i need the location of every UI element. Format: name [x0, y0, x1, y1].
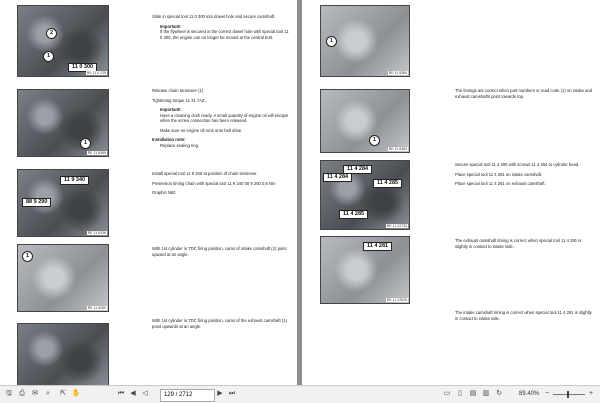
- search-icon[interactable]: ⌕: [43, 389, 53, 399]
- zoom-in-icon[interactable]: +: [587, 389, 595, 399]
- image-id: RE 11 8385: [86, 151, 107, 155]
- figure-chain-tensioner: 1 RE 11 8385: [17, 89, 109, 157]
- last-page-icon[interactable]: ⏭: [227, 389, 237, 399]
- hand-icon[interactable]: ✋: [71, 389, 81, 399]
- select-icon[interactable]: ⇱: [58, 389, 68, 399]
- figure-camshaft-marking: 1 RE 11 8383: [320, 89, 410, 153]
- text-block-4: With 1st cylinder in TDC firing position…: [152, 246, 287, 257]
- callout-1: 1: [22, 251, 33, 262]
- text-block-r2: Secure special tool 11 4 285 with screws…: [455, 162, 580, 186]
- figure-exhaust-camshaft: [17, 323, 109, 385]
- document-page-left: 2 1 11 0 300 RE 11 0 225 Slide in specia…: [0, 0, 297, 385]
- image-id: RE 11 8380: [387, 71, 408, 75]
- prev-page-icon[interactable]: ◀: [128, 389, 138, 399]
- callout-1: 1: [369, 135, 380, 146]
- prev-view-icon[interactable]: ◁: [140, 389, 150, 399]
- text-block-1: Slide in special tool 11 0 300 into dowe…: [152, 14, 289, 40]
- callout-tool-2: 88 9 290: [22, 198, 52, 207]
- image-id: RE 11 0 225: [85, 71, 107, 75]
- rotate-icon[interactable]: ↻: [494, 389, 504, 399]
- page-number-input[interactable]: [160, 389, 215, 402]
- image-id: RE 11 8336: [86, 231, 107, 235]
- pdf-toolbar: 🖫 ⎙ ✉ ⌕ ⇱ ✋ ⏮ ◀ ◁ ▶ ⏭ ▭ ▯ ▤ ▥ ↻ 89.40% −…: [0, 385, 600, 403]
- image-id: RE 11 8383: [387, 147, 408, 151]
- email-icon[interactable]: ✉: [30, 389, 40, 399]
- callout-1: 1: [43, 51, 54, 62]
- figure-tensioner-tool: 11 9 340 88 9 290 RE 11 8336: [17, 169, 109, 237]
- fit-width-icon[interactable]: ▭: [442, 389, 452, 399]
- save-icon[interactable]: 🖫: [4, 389, 14, 399]
- text-block-r1: The timings are correct when part number…: [455, 88, 593, 99]
- text-block-2: Release chain tensioner (1). Tightening …: [152, 88, 289, 148]
- callout-tool-3: 11 4 285: [339, 210, 369, 219]
- zoom-slider-thumb[interactable]: [567, 391, 569, 398]
- print-icon[interactable]: ⎙: [17, 389, 27, 399]
- image-id: RE 11 22733: [385, 224, 408, 228]
- figure-cylinder-head-tools: 11 4 284 11 4 284 11 4 285 11 4 285 RE 1…: [320, 160, 410, 230]
- callout-tool-4: 11 4 285: [373, 179, 403, 188]
- text-block-r3: The exhaust camshaft timing is correct w…: [455, 238, 582, 249]
- text-block-r4: The intake camshaft timing is correct wh…: [455, 310, 592, 321]
- text-block-5: With 1st cylinder in TDC firing position…: [152, 318, 287, 329]
- callout-tool-1: 11 9 340: [60, 176, 90, 185]
- callout-2: 2: [46, 28, 57, 39]
- image-id: RE 11 8289: [86, 306, 107, 310]
- first-page-icon[interactable]: ⏮: [116, 389, 126, 399]
- document-page-right: 1 RE 11 8380 1 RE 11 8383 The timings ar…: [302, 0, 600, 385]
- fit-page-icon[interactable]: ▯: [455, 389, 465, 399]
- figure-camshaft-top: 1 RE 11 8380: [320, 5, 410, 77]
- next-page-icon[interactable]: ▶: [215, 389, 225, 399]
- callout-tool: 11 4 281: [363, 242, 393, 251]
- image-id: RE 11 22925: [385, 298, 408, 302]
- zoom-slider[interactable]: [553, 391, 585, 398]
- callout-tool-2: 11 4 284: [323, 173, 353, 182]
- figure-exhaust-timing: 11 4 281 RE 11 22925: [320, 236, 410, 304]
- figure-flywheel-tool: 2 1 11 0 300 RE 11 0 225: [17, 5, 109, 77]
- callout-1: 1: [326, 36, 337, 47]
- callout-1: 1: [80, 138, 91, 149]
- figure-intake-camshaft: 1 RE 11 8289: [17, 244, 109, 312]
- text-block-3: Install special tool 11 9 340 at positio…: [152, 171, 276, 195]
- zoom-level: 89.40%: [519, 391, 540, 397]
- single-page-icon[interactable]: ▤: [468, 389, 478, 399]
- two-page-icon[interactable]: ▥: [481, 389, 491, 399]
- zoom-out-icon[interactable]: −: [543, 389, 551, 399]
